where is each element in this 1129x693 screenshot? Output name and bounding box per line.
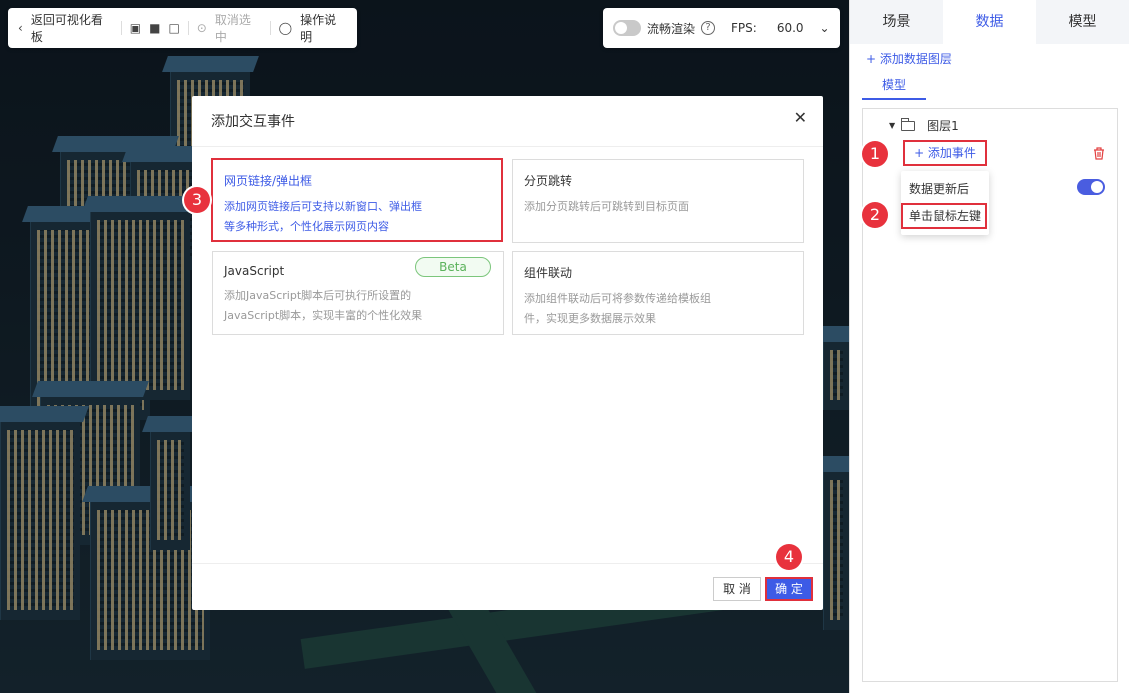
fps-label: FPS: bbox=[731, 21, 757, 35]
divider bbox=[120, 21, 122, 35]
card-web-link[interactable]: 网页链接/弹出框 添加网页链接后可支持以新窗口、弹出框 等多种形式，个性化展示网… bbox=[211, 158, 503, 242]
panel-tabs: 场景 数据 模型 bbox=[850, 0, 1129, 44]
card-desc: 添加分页跳转后可跳转到目标页面 bbox=[524, 200, 689, 213]
tab-data[interactable]: 数据 bbox=[943, 0, 1036, 44]
card-title: 组件联动 bbox=[524, 266, 573, 280]
card-desc: 添加网页链接后可支持以新窗口、弹出框 bbox=[224, 200, 422, 213]
view-3d-icon[interactable]: ■ bbox=[149, 21, 160, 35]
layer-item[interactable]: ▼ 图层1 bbox=[889, 117, 959, 134]
question-icon[interactable]: ? bbox=[701, 21, 716, 35]
fps-value[interactable]: 60.0 bbox=[777, 21, 804, 35]
dropdown-item-data-updated[interactable]: 数据更新后 bbox=[909, 180, 969, 197]
step-badge-3: 3 bbox=[184, 187, 210, 213]
cancel-select-button[interactable]: 取消选中 bbox=[215, 11, 262, 45]
dialog-title: 添加交互事件 bbox=[211, 114, 295, 130]
view-iso-icon[interactable]: □ bbox=[168, 21, 179, 35]
layer-name: 图层1 bbox=[927, 119, 959, 133]
event-type-dropdown: 数据更新后 单击鼠标左键 bbox=[901, 171, 989, 235]
card-page-jump[interactable]: 分页跳转 添加分页跳转后可跳转到目标页面 bbox=[512, 159, 804, 243]
back-button[interactable]: 返回可视化看板 bbox=[31, 11, 113, 45]
lightbulb-icon[interactable]: ◯ bbox=[279, 21, 292, 35]
divider bbox=[187, 21, 189, 35]
add-event-button[interactable]: + 添加事件 bbox=[903, 140, 987, 166]
step-badge-1: 1 bbox=[862, 141, 888, 167]
layer-tree: ▼ 图层1 + 添加事件 数据更新后 单击鼠标左键 bbox=[862, 108, 1118, 682]
dropdown-item-left-click[interactable]: 单击鼠标左键 bbox=[901, 203, 987, 229]
divider bbox=[269, 21, 271, 35]
card-desc: 添加JavaScript脚本后可执行所设置的 bbox=[224, 289, 412, 302]
top-right-toolbar: 流畅渲染 ? FPS: 60.0 ⌄ bbox=[603, 8, 840, 48]
step-badge-4: 4 bbox=[776, 544, 802, 570]
card-title: 分页跳转 bbox=[524, 174, 573, 188]
chevron-down-icon[interactable]: ⌄ bbox=[820, 21, 830, 35]
card-component-link[interactable]: 组件联动 添加组件联动后可将参数传递给模板组 件，实现更多数据展示效果 bbox=[512, 251, 804, 335]
smooth-render-label: 流畅渲染 bbox=[647, 21, 696, 36]
add-data-layer-button[interactable]: + 添加数据图层 bbox=[866, 50, 952, 67]
card-desc: 添加组件联动后可将参数传递给模板组 bbox=[524, 292, 711, 305]
right-panel: 场景 数据 模型 + 添加数据图层 模型 ▼ 图层1 + 添加事件 数据更新后 … bbox=[849, 0, 1129, 693]
beta-badge: Beta bbox=[415, 257, 491, 277]
subtab-model[interactable]: 模型 bbox=[862, 76, 926, 100]
card-desc: 等多种形式，个性化展示网页内容 bbox=[224, 220, 389, 233]
trash-icon[interactable] bbox=[1093, 147, 1105, 163]
card-desc: 件，实现更多数据展示效果 bbox=[524, 312, 656, 325]
cancel-select-icon[interactable]: ⊙ bbox=[197, 21, 207, 35]
top-left-toolbar: ‹ 返回可视化看板 ▣ ■ □ ⊙ 取消选中 ◯ 操作说明 bbox=[8, 8, 357, 48]
back-icon[interactable]: ‹ bbox=[18, 21, 23, 35]
close-icon[interactable]: ✕ bbox=[794, 108, 807, 127]
folder-icon bbox=[901, 117, 916, 131]
card-desc: JavaScript脚本，实现丰富的个性化效果 bbox=[224, 309, 423, 322]
tab-model[interactable]: 模型 bbox=[1036, 0, 1129, 44]
caret-down-icon[interactable]: ▼ bbox=[889, 121, 895, 130]
divider bbox=[192, 563, 823, 564]
view-2d-icon[interactable]: ▣ bbox=[130, 21, 141, 35]
tab-scene[interactable]: 场景 bbox=[850, 0, 943, 44]
smooth-render-toggle[interactable] bbox=[613, 20, 641, 36]
card-javascript[interactable]: JavaScript 添加JavaScript脚本后可执行所设置的 JavaSc… bbox=[212, 251, 504, 335]
event-enable-toggle[interactable] bbox=[1077, 179, 1105, 195]
add-interaction-dialog: 添加交互事件 ✕ 网页链接/弹出框 添加网页链接后可支持以新窗口、弹出框 等多种… bbox=[192, 96, 823, 610]
help-button[interactable]: 操作说明 bbox=[300, 11, 347, 45]
step-badge-2: 2 bbox=[862, 202, 888, 228]
confirm-button[interactable]: 确 定 bbox=[765, 577, 813, 601]
cancel-button[interactable]: 取 消 bbox=[713, 577, 761, 601]
divider bbox=[192, 146, 823, 147]
card-title: 网页链接/弹出框 bbox=[224, 174, 313, 188]
